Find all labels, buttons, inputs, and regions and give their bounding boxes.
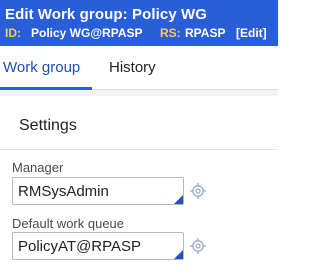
default-work-queue-autocomplete-corner-icon: [174, 250, 183, 259]
title-text: Work group: Policy WG: [37, 6, 208, 23]
settings-section-title: Settings: [19, 117, 77, 134]
rs-label: RS:: [160, 26, 181, 40]
id-label: ID:: [5, 26, 21, 40]
manager-label: Manager: [12, 160, 64, 175]
edit-ruleset-link[interactable]: [Edit]: [236, 26, 267, 40]
work-group-header: Edit Work group: Policy WG ID: Policy WG@…: [0, 0, 278, 46]
id-value: Policy WG@RPASP: [31, 26, 143, 40]
manager-target-icon[interactable]: [189, 182, 207, 200]
default-work-queue-target-icon[interactable]: [189, 237, 207, 255]
section-divider: [0, 149, 278, 150]
rs-value: RPASP: [185, 26, 226, 40]
tab-divider: [0, 90, 278, 96]
page-title: Edit Work group: Policy WG: [5, 6, 207, 23]
manager-input[interactable]: [12, 177, 184, 205]
tab-history[interactable]: History: [109, 59, 156, 76]
manager-autocomplete-corner-icon: [174, 195, 183, 204]
default-work-queue-label: Default work queue: [12, 216, 125, 231]
header-meta-row: ID: Policy WG@RPASP RS: RPASP [Edit]: [0, 26, 278, 44]
title-edit-word: Edit: [5, 6, 34, 23]
tab-bar: Work group History: [0, 46, 278, 90]
tab-work-group[interactable]: Work group: [3, 59, 80, 76]
default-work-queue-input[interactable]: [12, 232, 184, 260]
